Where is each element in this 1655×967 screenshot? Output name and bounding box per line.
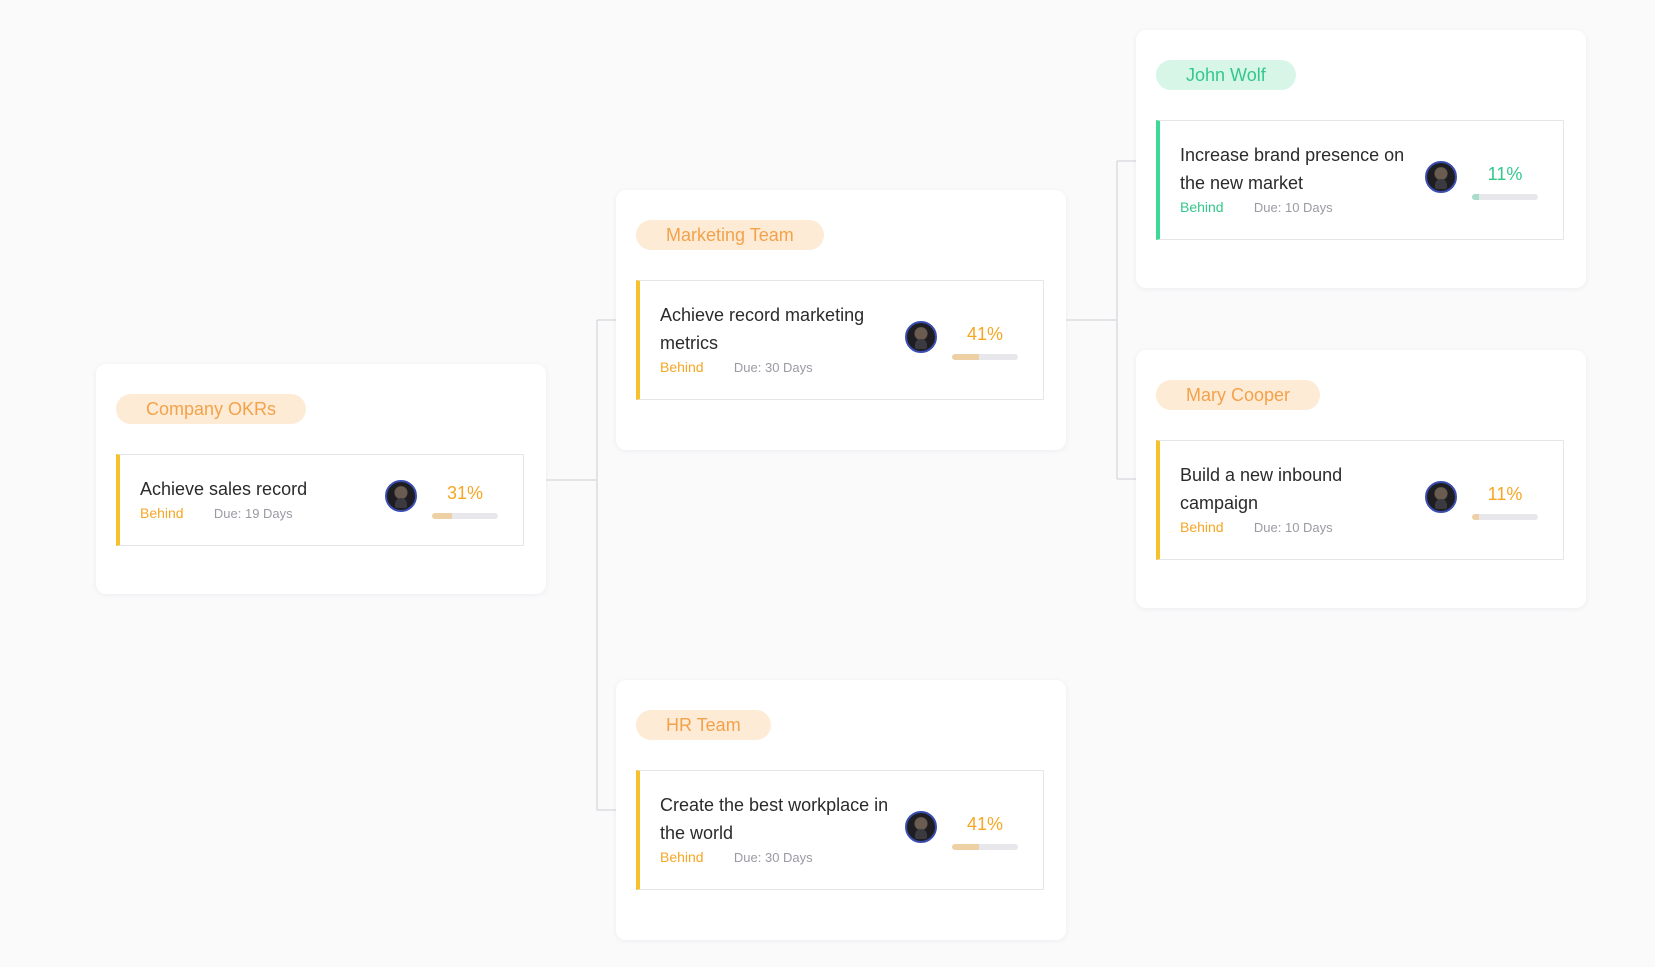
okr-title: Create the best workplace in the world [660, 795, 889, 843]
team-card-marketing: Marketing Team Achieve record marketing … [616, 190, 1066, 450]
progress-bar-fill [432, 513, 453, 519]
okr-item[interactable]: Increase brand presence on the new marke… [1156, 120, 1564, 240]
progress-bar [952, 844, 1018, 850]
okr-meta: Behind Due: 10 Days [1180, 199, 1333, 215]
okr-title: Achieve sales record [140, 479, 308, 499]
team-card-hr: HR Team Create the best workplace in the… [616, 680, 1066, 940]
progress-bar [1472, 514, 1538, 520]
status-label: Behind [660, 359, 704, 375]
progress-percent: 41% [966, 814, 1004, 834]
status-label: Behind [140, 505, 184, 521]
team-card-company: Company OKRs Achieve sales record Behind… [96, 364, 546, 594]
okr-item[interactable]: Achieve sales record Behind Due: 19 Days… [116, 454, 524, 546]
progress-bar [432, 513, 498, 519]
progress-percent: 41% [966, 324, 1004, 344]
owner-avatar-icon[interactable] [905, 321, 937, 353]
team-pill-hr[interactable]: HR Team [636, 710, 771, 740]
person-pill-john-wolf[interactable]: John Wolf [1156, 60, 1296, 90]
progress-bar-fill [1472, 194, 1480, 200]
owner-avatar-icon[interactable] [1425, 481, 1457, 513]
progress-percent: 11% [1487, 164, 1523, 184]
okr-title: Build a new inbound campaign [1180, 465, 1343, 513]
due-label: Due: 30 Days [733, 360, 813, 375]
person-pill-mary-cooper[interactable]: Mary Cooper [1156, 380, 1321, 410]
person-card-mary-cooper: Mary Cooper Build a new inbound campaign… [1136, 350, 1586, 608]
status-label: Behind [1180, 199, 1224, 215]
okr-meta: Behind Due: 10 Days [1180, 519, 1333, 535]
owner-avatar-icon[interactable] [1425, 161, 1457, 193]
connector-marketing-to-people [1066, 160, 1136, 480]
okr-item[interactable]: Build a new inbound campaign Behind Due:… [1156, 440, 1564, 560]
okr-meta: Behind Due: 30 Days [660, 359, 813, 375]
okr-meta: Behind Due: 30 Days [660, 849, 813, 865]
progress-bar-fill [1472, 514, 1480, 520]
okr-title: Increase brand presence on the new marke… [1180, 145, 1405, 193]
okr-item[interactable]: Create the best workplace in the world B… [636, 770, 1044, 890]
due-label: Due: 30 Days [733, 850, 813, 865]
progress-bar [1472, 194, 1538, 200]
progress-percent: 31% [446, 483, 484, 503]
progress-percent: 11% [1487, 484, 1523, 504]
status-label: Behind [1180, 519, 1224, 535]
status-label: Behind [660, 849, 704, 865]
okr-title: Achieve record marketing metrics [660, 305, 865, 353]
due-label: Due: 10 Days [1253, 520, 1333, 535]
progress-bar-fill [952, 354, 980, 360]
okr-meta: Behind Due: 19 Days [140, 505, 293, 521]
owner-avatar-icon[interactable] [385, 480, 417, 512]
progress-bar-fill [952, 844, 980, 850]
owner-avatar-icon[interactable] [905, 811, 937, 843]
okr-tree-canvas: Company OKRs Achieve sales record Behind… [0, 0, 1655, 967]
team-pill-marketing[interactable]: Marketing Team [636, 220, 824, 250]
connector-company-to-teams [546, 319, 616, 811]
person-card-john-wolf: John Wolf Increase brand presence on the… [1136, 30, 1586, 288]
team-pill-company[interactable]: Company OKRs [116, 394, 307, 424]
due-label: Due: 10 Days [1253, 200, 1333, 215]
progress-bar [952, 354, 1018, 360]
okr-item[interactable]: Achieve record marketing metrics Behind … [636, 280, 1044, 400]
due-label: Due: 19 Days [213, 506, 293, 521]
